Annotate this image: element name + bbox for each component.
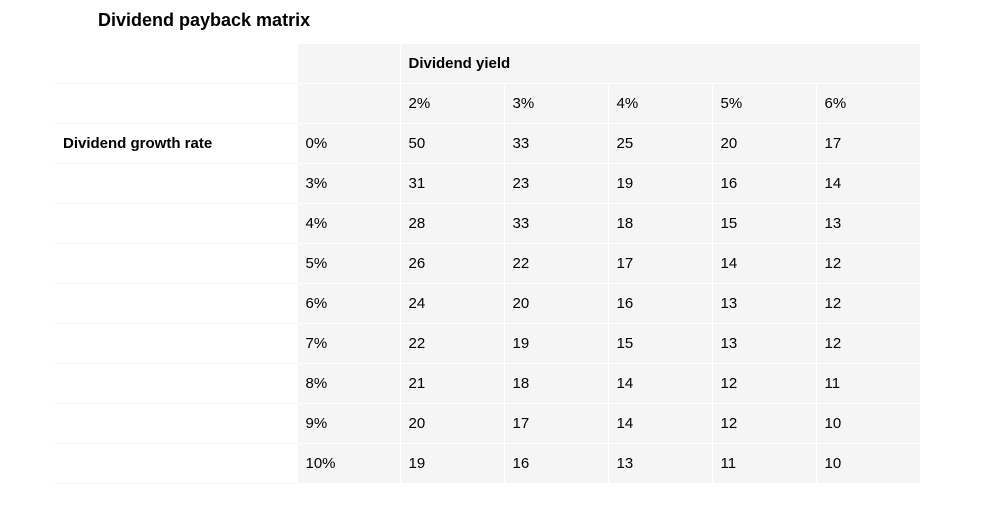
- value-cell: 15: [608, 324, 712, 364]
- value-cell: 19: [504, 324, 608, 364]
- blank-cell: [55, 364, 297, 404]
- value-cell: 16: [608, 284, 712, 324]
- growth-rate-cell: 6%: [297, 284, 400, 324]
- table-row: 7% 22 19 15 13 12: [55, 324, 920, 364]
- page-title: Dividend payback matrix: [0, 10, 995, 43]
- growth-rate-cell: 7%: [297, 324, 400, 364]
- value-cell: 14: [608, 404, 712, 444]
- value-cell: 20: [712, 124, 816, 164]
- value-cell: 19: [608, 164, 712, 204]
- value-cell: 13: [712, 284, 816, 324]
- value-cell: 14: [712, 244, 816, 284]
- blank-cell: [55, 84, 297, 124]
- yield-header: 6%: [816, 84, 920, 124]
- table-row: 8% 21 18 14 12 11: [55, 364, 920, 404]
- value-cell: 17: [608, 244, 712, 284]
- blank-cell: [55, 204, 297, 244]
- value-cell: 15: [712, 204, 816, 244]
- blank-cell: [55, 404, 297, 444]
- value-cell: 12: [712, 404, 816, 444]
- growth-rate-cell: 10%: [297, 444, 400, 484]
- payback-matrix-container: Dividend payback matrix Dividend yield 2…: [0, 0, 995, 504]
- value-cell: 17: [504, 404, 608, 444]
- table-row: 5% 26 22 17 14 12: [55, 244, 920, 284]
- blank-cell: [55, 324, 297, 364]
- value-cell: 20: [400, 404, 504, 444]
- yield-header: 2%: [400, 84, 504, 124]
- table-row: 9% 20 17 14 12 10: [55, 404, 920, 444]
- value-cell: 33: [504, 204, 608, 244]
- growth-rate-cell: 0%: [297, 124, 400, 164]
- value-cell: 11: [816, 364, 920, 404]
- value-cell: 18: [608, 204, 712, 244]
- value-cell: 16: [712, 164, 816, 204]
- row-header: Dividend growth rate: [55, 124, 297, 164]
- value-cell: 25: [608, 124, 712, 164]
- growth-rate-cell: 8%: [297, 364, 400, 404]
- table-row: 6% 24 20 16 13 12: [55, 284, 920, 324]
- blank-cell: [55, 444, 297, 484]
- growth-rate-cell: 4%: [297, 204, 400, 244]
- value-cell: 13: [608, 444, 712, 484]
- value-cell: 17: [816, 124, 920, 164]
- value-cell: 20: [504, 284, 608, 324]
- blank-cell: [55, 284, 297, 324]
- value-cell: 22: [400, 324, 504, 364]
- value-cell: 31: [400, 164, 504, 204]
- value-cell: 10: [816, 404, 920, 444]
- value-cell: 23: [504, 164, 608, 204]
- yield-header: 5%: [712, 84, 816, 124]
- blank-cell: [55, 164, 297, 204]
- value-cell: 19: [400, 444, 504, 484]
- value-cell: 24: [400, 284, 504, 324]
- value-cell: 12: [712, 364, 816, 404]
- value-cell: 14: [608, 364, 712, 404]
- value-cell: 14: [816, 164, 920, 204]
- header-row-yields: 2% 3% 4% 5% 6%: [55, 84, 920, 124]
- yield-header: 4%: [608, 84, 712, 124]
- value-cell: 10: [816, 444, 920, 484]
- value-cell: 50: [400, 124, 504, 164]
- value-cell: 33: [504, 124, 608, 164]
- header-row-top: Dividend yield: [55, 44, 920, 84]
- value-cell: 12: [816, 284, 920, 324]
- table-row: Dividend growth rate 0% 50 33 25 20 17: [55, 124, 920, 164]
- blank-cell: [55, 44, 297, 84]
- blank-cell: [55, 244, 297, 284]
- value-cell: 18: [504, 364, 608, 404]
- value-cell: 12: [816, 244, 920, 284]
- blank-cell: [297, 84, 400, 124]
- value-cell: 22: [504, 244, 608, 284]
- table-row: 3% 31 23 19 16 14: [55, 164, 920, 204]
- table-row: 10% 19 16 13 11 10: [55, 444, 920, 484]
- value-cell: 26: [400, 244, 504, 284]
- growth-rate-cell: 3%: [297, 164, 400, 204]
- yield-header: 3%: [504, 84, 608, 124]
- table-row: 4% 28 33 18 15 13: [55, 204, 920, 244]
- value-cell: 13: [816, 204, 920, 244]
- blank-cell: [297, 44, 400, 84]
- col-header: Dividend yield: [400, 44, 920, 84]
- growth-rate-cell: 9%: [297, 404, 400, 444]
- value-cell: 12: [816, 324, 920, 364]
- value-cell: 21: [400, 364, 504, 404]
- growth-rate-cell: 5%: [297, 244, 400, 284]
- value-cell: 13: [712, 324, 816, 364]
- value-cell: 28: [400, 204, 504, 244]
- value-cell: 16: [504, 444, 608, 484]
- value-cell: 11: [712, 444, 816, 484]
- payback-matrix-table: Dividend yield 2% 3% 4% 5% 6% Dividend g…: [55, 43, 921, 484]
